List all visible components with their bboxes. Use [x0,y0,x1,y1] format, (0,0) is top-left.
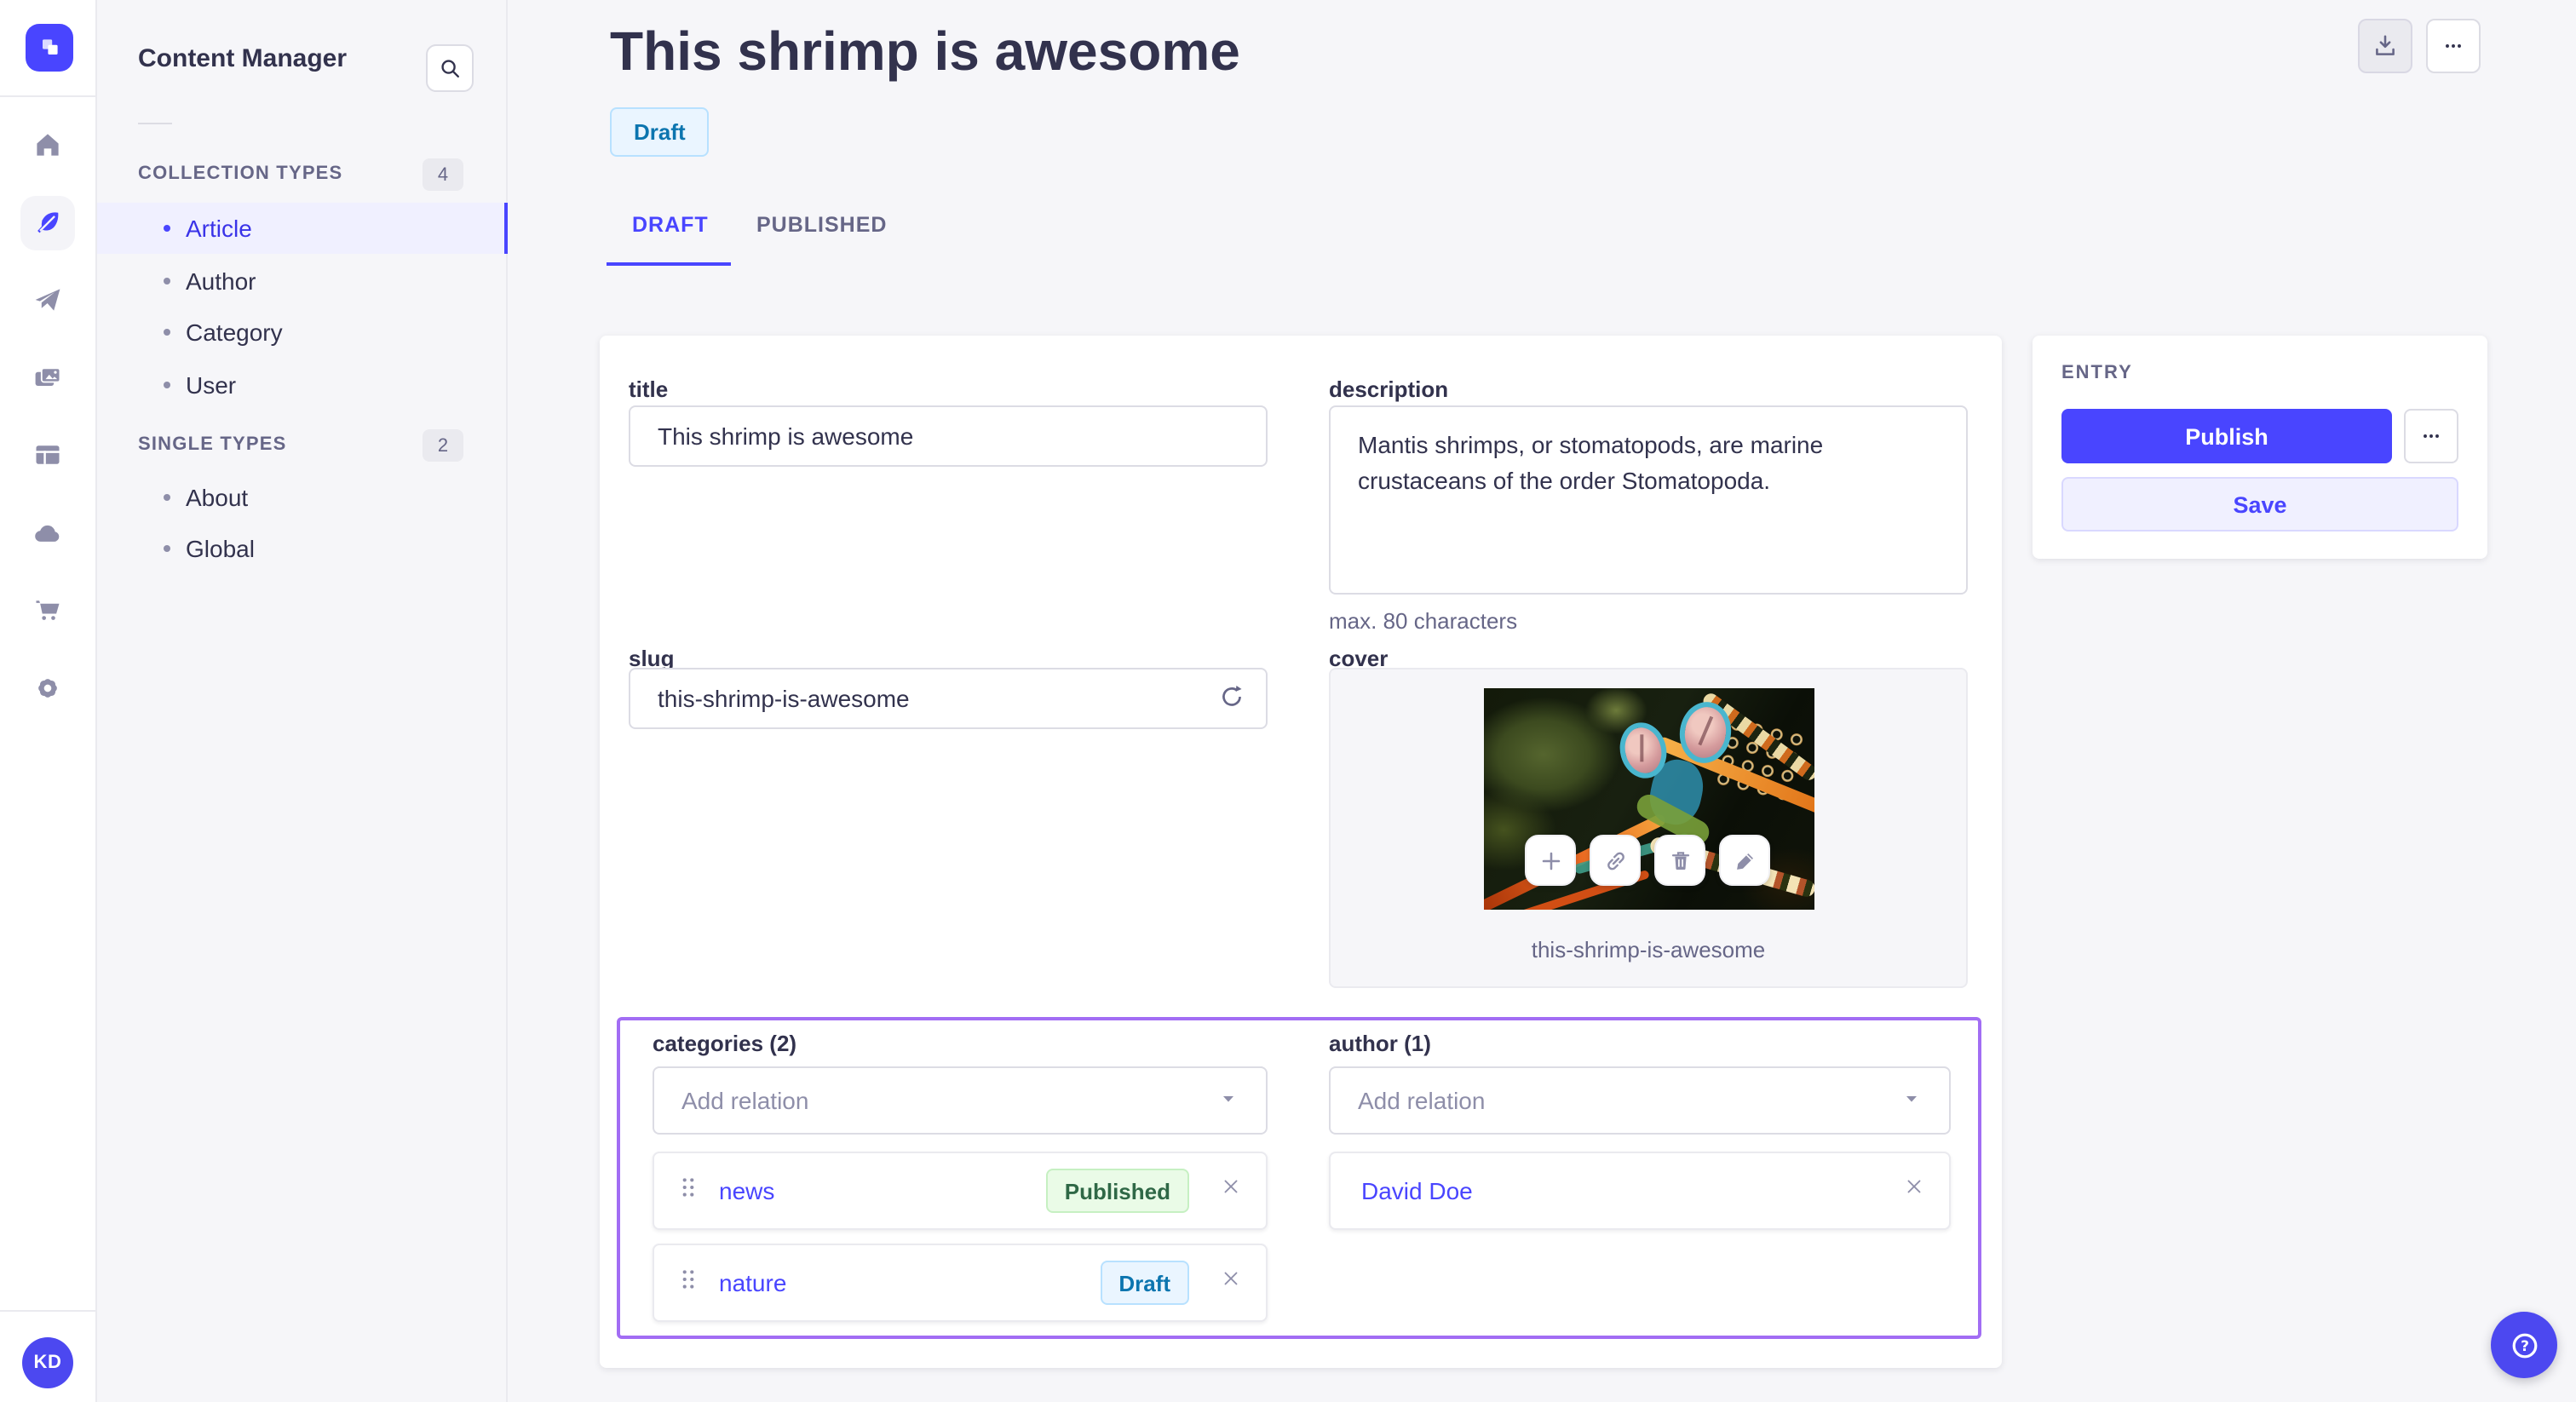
tab-active-underline [607,262,731,266]
single-types-count: 2 [423,429,463,462]
categories-field-label: categories (2) [653,1031,797,1056]
relation-item-nature[interactable]: nature Draft [653,1244,1268,1322]
more-icon [2446,44,2461,48]
drag-handle-icon[interactable] [678,1267,699,1299]
categories-add-relation-select[interactable]: Add relation [653,1066,1268,1135]
search-button[interactable] [426,44,474,92]
rail-divider-bottom [0,1310,97,1312]
sidebar-item-global[interactable]: Global [97,523,508,574]
relation-link[interactable]: David Doe [1361,1177,1473,1204]
bullet-icon [164,382,170,388]
plus-icon [1541,851,1560,870]
header-more-button[interactable] [2426,19,2481,73]
search-icon [441,60,459,78]
relation-link[interactable]: nature [719,1269,786,1296]
sidebar-item-author[interactable]: Author [97,256,508,307]
select-placeholder: Add relation [1358,1087,1486,1114]
pencil-icon [1736,853,1752,869]
cart-icon[interactable] [20,583,75,637]
tab-draft[interactable]: DRAFT [632,213,709,237]
section-collection-types: COLLECTION TYPES [138,164,343,184]
sidebar-item-label: Article [186,215,252,242]
remove-relation-icon[interactable] [1220,1175,1242,1206]
description-field-label: description [1329,376,1449,402]
question-icon: ? [2511,1332,2537,1358]
page-title: This shrimp is awesome [610,20,1240,82]
status-badge: Draft [610,107,710,157]
export-button[interactable] [2358,19,2412,73]
cover-actions [1525,835,1770,886]
drag-handle-icon[interactable] [678,1175,699,1207]
avatar[interactable]: KD [22,1337,73,1388]
relation-status-badge: Draft [1100,1261,1189,1305]
svg-text:?: ? [2520,1337,2528,1354]
sidebar-item-label: User [186,371,237,399]
sidebar-item-article[interactable]: Article [97,203,508,254]
collection-types-count: 4 [423,158,463,191]
chevron-down-icon [1218,1087,1239,1114]
publish-button[interactable]: Publish [2061,409,2392,463]
subnav-title: Content Manager [138,44,348,73]
home-icon[interactable] [20,118,75,172]
media-library-icon[interactable] [20,351,75,405]
author-add-relation-select[interactable]: Add relation [1329,1066,1951,1135]
bullet-icon [164,278,170,284]
cloud-icon[interactable] [20,506,75,560]
relation-item-news[interactable]: news Published [653,1152,1268,1230]
paper-plane-icon[interactable] [20,273,75,327]
add-asset-button[interactable] [1525,835,1576,886]
author-field-label: author (1) [1329,1031,1431,1056]
rail-divider [0,95,97,97]
trash-icon [1670,851,1689,870]
relation-item-author[interactable]: David Doe [1329,1152,1951,1230]
strapi-logo-icon [43,39,58,55]
section-single-types: SINGLE TYPES [138,434,287,455]
title-field-label: title [629,376,669,402]
gear-icon[interactable] [20,661,75,715]
subnav-divider [138,123,172,124]
strapi-logo[interactable] [26,24,73,72]
bullet-icon [164,329,170,336]
download-icon [2376,35,2395,55]
title-input[interactable]: This shrimp is awesome [629,405,1268,467]
cover-caption: this-shrimp-is-awesome [1531,937,1766,962]
copy-link-button[interactable] [1590,835,1641,886]
entry-heading: ENTRY [2061,363,2133,383]
bullet-icon [164,225,170,232]
sidebar-item-user[interactable]: User [97,359,508,411]
sidebar-item-label: About [186,484,249,511]
select-placeholder: Add relation [681,1087,809,1114]
link-icon [1607,851,1624,870]
description-textarea[interactable]: Mantis shrimps, or stomatopods, are mari… [1329,405,1968,595]
entry-more-button[interactable] [2404,409,2458,463]
slug-input[interactable]: this-shrimp-is-awesome [629,668,1268,729]
edit-asset-button[interactable] [1719,835,1770,886]
remove-relation-icon[interactable] [1903,1175,1925,1206]
layout-icon[interactable] [20,428,75,482]
sidebar-item-about[interactable]: About [97,472,508,523]
more-icon [2424,434,2439,438]
sidebar-item-label: Global [186,535,255,562]
refresh-icon [1222,686,1242,706]
remove-relation-icon[interactable] [1220,1267,1242,1298]
sidebar-item-label: Author [186,267,256,295]
help-button[interactable]: ? [2491,1312,2557,1378]
tab-published[interactable]: PUBLISHED [756,213,887,237]
sidebar-item-label: Category [186,319,283,346]
description-helper: max. 80 characters [1329,608,1518,634]
chevron-down-icon [1901,1087,1922,1114]
bullet-icon [164,494,170,501]
sidebar-item-category[interactable]: Category [97,307,508,358]
bullet-icon [164,545,170,552]
relation-link[interactable]: news [719,1177,774,1204]
feather-icon[interactable] [20,196,75,250]
relation-status-badge: Published [1045,1169,1189,1213]
delete-asset-button[interactable] [1654,835,1705,886]
save-button[interactable]: Save [2061,477,2458,531]
